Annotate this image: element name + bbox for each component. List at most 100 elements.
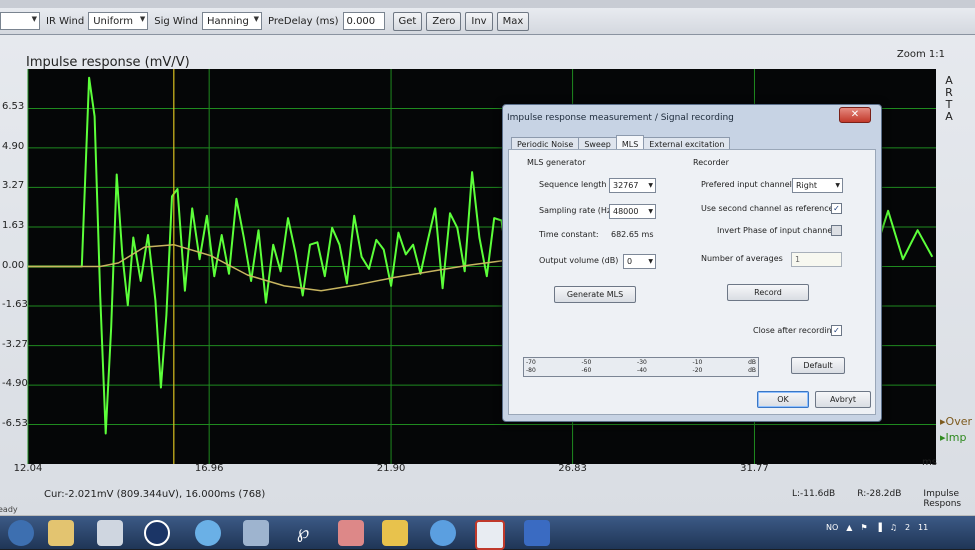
predelay-input[interactable]: 0.000 (342, 12, 385, 30)
y-tick-label: -3.27 (2, 338, 28, 350)
x-tick-label: 26.83 (558, 463, 587, 474)
explorer-icon[interactable] (48, 520, 74, 546)
flag-icon[interactable]: ⚑ (860, 523, 867, 532)
close-button[interactable]: ✕ (839, 107, 871, 123)
sig-wind-select[interactable]: Hanning (202, 12, 263, 30)
get-button[interactable]: Get (392, 11, 423, 31)
ok-button[interactable]: OK (757, 391, 809, 408)
time-constant-label: Time constant: (539, 230, 599, 239)
shield-icon[interactable] (524, 520, 550, 546)
tray-arrow-icon[interactable]: ▲ (846, 523, 852, 532)
predelay-label: PreDelay (ms) (268, 15, 339, 27)
legend-over: ▸Over (940, 415, 972, 428)
y-tick-label: 6.53 (2, 101, 25, 113)
sequence-length-select[interactable]: 32767 (609, 178, 656, 193)
hp-icon[interactable] (144, 520, 170, 546)
zero-button[interactable]: Zero (426, 11, 462, 31)
meter-tick: dB (748, 359, 756, 366)
side-letter: A (945, 110, 953, 123)
meter-tick: -10 (692, 359, 703, 366)
meter-tick: -40 (637, 367, 647, 374)
date: 11 (918, 523, 929, 532)
close-after-checkbox[interactable]: ✓ (831, 325, 842, 336)
ir-wind-label: IR Wind (46, 15, 85, 27)
status-right: L:-11.6dB R:-28.2dB Impulse Respons (792, 489, 975, 509)
right-level: R:-28.2dB (857, 489, 902, 499)
sampling-rate-select[interactable]: 48000 (609, 204, 656, 219)
y-tick-label: 1.63 (2, 220, 25, 232)
max-button[interactable]: Max (496, 11, 530, 31)
output-volume-label: Output volume (dB) (539, 256, 619, 265)
averages-label: Number of averages (701, 254, 783, 263)
y-tick-label: -1.63 (2, 298, 28, 310)
preferred-channel-label: Prefered input channel (701, 180, 792, 189)
meter-tick: dB (748, 367, 756, 374)
measurement-dialog: Impulse response measurement / Signal re… (502, 104, 882, 422)
arta-side-label: A R T A (944, 75, 954, 123)
level-meter: -70 -50 -30 -10 dB -80 -60 -40 -20 dB (523, 357, 759, 377)
meter-tick: -80 (526, 367, 536, 374)
x-tick-label: 21.90 (376, 463, 406, 474)
y-tick-label: 0.00 (2, 259, 25, 271)
dialog-title: Impulse response measurement / Signal re… (507, 113, 734, 123)
language-indicator[interactable]: NO (826, 523, 838, 532)
x-tick-label: 31.77 (740, 463, 769, 474)
y-tick-label: -6.53 (2, 417, 28, 429)
clock[interactable]: 2 (905, 523, 910, 532)
sampling-rate-label: Sampling rate (Hz) (539, 206, 615, 215)
tools-icon[interactable] (338, 520, 364, 546)
invert-phase-label: Invert Phase of input channel (717, 226, 835, 235)
network-icon[interactable]: ▐ (876, 523, 882, 532)
ir-wind-select[interactable]: Uniform (88, 12, 149, 30)
volume-icon[interactable]: ♫ (890, 523, 897, 532)
averages-input[interactable]: 1 (791, 252, 842, 267)
y-tick-label: -4.90 (2, 378, 28, 390)
y-tick-label: 4.90 (2, 140, 25, 152)
mls-generator-label: MLS generator (527, 158, 586, 167)
meter-tick: -60 (581, 367, 592, 374)
meter-tick: -20 (692, 367, 703, 374)
m-app-icon[interactable] (243, 520, 269, 546)
default-button[interactable]: Default (791, 357, 845, 374)
x-unit-label: ms (922, 457, 937, 468)
meter-scale-top: -70 -50 -30 -10 dB (526, 359, 756, 367)
meter-tick: -70 (526, 359, 536, 366)
meter-tick: -30 (637, 359, 647, 366)
legend-imp-label: Imp (945, 431, 967, 444)
meter-tick: -50 (581, 359, 592, 366)
left-level: L:-11.6dB (792, 489, 836, 499)
meter-scale-bottom: -80 -60 -40 -20 dB (526, 367, 756, 375)
zoom-label: Zoom 1:1 (896, 49, 945, 60)
sig-wind-label: Sig Wind (154, 15, 199, 27)
legend-imp: ▸Imp (940, 431, 967, 444)
system-tray: NO ▲ ⚑ ▐ ♫ 2 11 (826, 523, 928, 532)
x-tick-label: 12.04 (13, 463, 43, 474)
toolbar: IR Wind Uniform Sig Wind Hanning PreDela… (0, 8, 975, 35)
first-select[interactable] (0, 12, 40, 30)
close-after-label: Close after recording (753, 326, 837, 335)
invert-phase-checkbox[interactable] (831, 225, 842, 236)
arta-icon[interactable] (475, 520, 505, 550)
script-icon[interactable]: ℘ (290, 520, 316, 546)
output-volume-select[interactable]: 0 (623, 254, 656, 269)
ready-status: eady (0, 505, 18, 514)
x-tick-label: 16.96 (194, 463, 224, 474)
inv-button[interactable]: Inv (465, 11, 493, 31)
cursor-readout: Cur:-2.021mV (809.344uV), 16.000ms (768) (44, 489, 266, 500)
itunes-icon[interactable] (195, 520, 221, 546)
browser-icon[interactable] (430, 520, 456, 546)
y-tick-label: 3.27 (2, 180, 25, 192)
folder-icon[interactable] (382, 520, 408, 546)
generate-mls-button[interactable]: Generate MLS (554, 286, 636, 303)
second-channel-label: Use second channel as reference (701, 204, 834, 213)
mode-label: Impulse Respons (923, 489, 962, 509)
recorder-label: Recorder (693, 158, 729, 167)
record-button[interactable]: Record (727, 284, 809, 301)
legend-over-label: Over (945, 415, 972, 428)
time-constant-value: 682.65 ms (611, 230, 654, 239)
cancel-button[interactable]: Avbryt (815, 391, 871, 408)
preferred-channel-select[interactable]: Right (792, 178, 843, 193)
start-orb-icon[interactable] (8, 520, 34, 546)
app-icon[interactable] (97, 520, 123, 546)
second-channel-checkbox[interactable]: ✓ (831, 203, 842, 214)
